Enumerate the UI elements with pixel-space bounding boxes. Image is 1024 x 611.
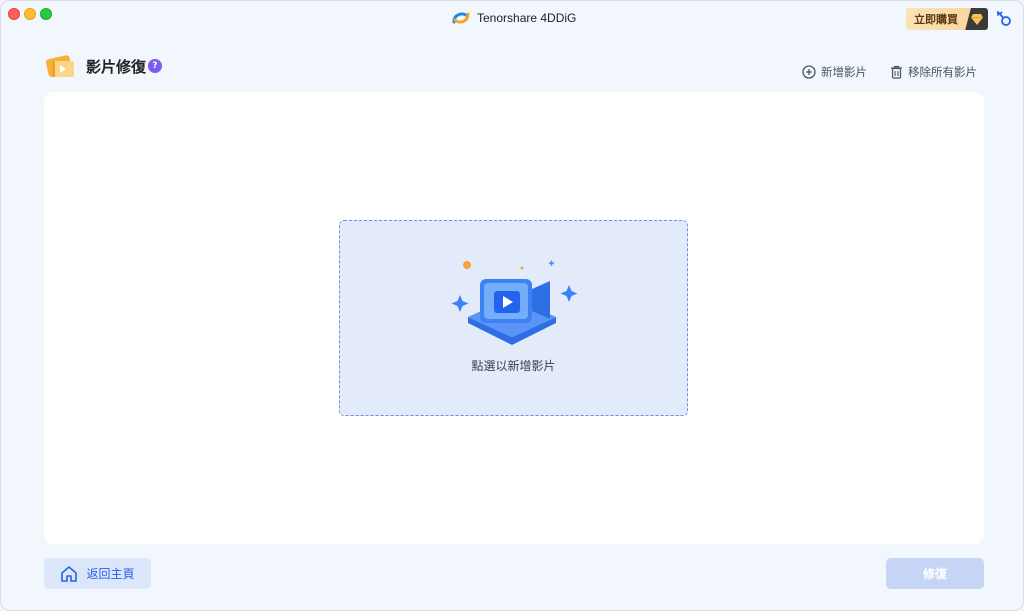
dropzone-label: 點選以新增影片 bbox=[471, 359, 556, 373]
plus-circle-icon bbox=[802, 65, 816, 79]
remove-all-videos-label: 移除所有影片 bbox=[908, 65, 977, 79]
app-window: Tenorshare 4DDiG 立即購買 影片修復 ? 新增影片 移除所有影片… bbox=[0, 0, 1024, 611]
minimize-window-button[interactable] bbox=[24, 8, 36, 20]
back-to-home-button[interactable]: 返回主頁 bbox=[44, 558, 151, 589]
home-icon bbox=[61, 565, 78, 582]
remove-all-videos-button[interactable]: 移除所有影片 bbox=[890, 64, 977, 80]
close-window-button[interactable] bbox=[8, 8, 20, 20]
app-logo-icon bbox=[452, 12, 470, 24]
app-title: Tenorshare 4DDiG bbox=[477, 11, 577, 25]
key-icon[interactable] bbox=[995, 9, 1013, 27]
buy-now-button[interactable]: 立即購買 bbox=[906, 8, 988, 30]
back-to-home-label: 返回主頁 bbox=[86, 567, 135, 581]
diamond-icon bbox=[965, 8, 988, 30]
app-title-group: Tenorshare 4DDiG bbox=[451, 8, 576, 28]
video-camera-icon bbox=[451, 260, 578, 345]
repair-label: 修復 bbox=[922, 567, 947, 581]
video-repair-icon bbox=[45, 55, 74, 77]
title-bar: Tenorshare 4DDiG 立即購買 bbox=[1, 1, 1023, 37]
buy-now-label: 立即購買 bbox=[914, 13, 958, 26]
add-video-dropzone[interactable]: 點選以新增影片 bbox=[339, 220, 688, 416]
trash-icon bbox=[891, 65, 902, 79]
add-video-label: 新增影片 bbox=[821, 65, 867, 79]
zoom-window-button[interactable] bbox=[40, 8, 52, 20]
add-video-button[interactable]: 新增影片 bbox=[802, 64, 867, 80]
help-icon[interactable]: ? bbox=[148, 59, 162, 73]
page-title: 影片修復 bbox=[86, 58, 147, 76]
repair-button[interactable]: 修復 bbox=[886, 558, 984, 589]
